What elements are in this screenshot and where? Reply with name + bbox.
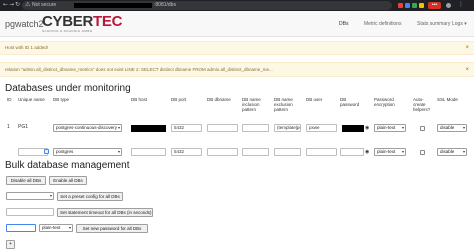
nav-link-logs[interactable]: Logs ▾: [452, 20, 467, 28]
menu-icon[interactable]: ⋮: [458, 2, 464, 8]
column-header: DB dbname: [207, 97, 231, 102]
nav-link-dbs[interactable]: DBs: [339, 20, 348, 28]
extension-icon[interactable]: [405, 3, 410, 8]
column-header: Unique name: [18, 97, 45, 102]
column-header: DB type: [53, 97, 70, 102]
redacted-db-host: [131, 125, 166, 132]
db-user-input[interactable]: [306, 148, 337, 156]
avatar[interactable]: [446, 3, 451, 8]
extension-icon[interactable]: [419, 3, 424, 8]
bulk-heading: Bulk database management: [5, 160, 130, 171]
add-icon[interactable]: +: [6, 240, 15, 249]
column-header: DB name exclusion pattern: [274, 97, 293, 113]
app-navbar: pgwatch2 CYBERTEC SCHONIG & SCHONIG GMBH…: [0, 11, 474, 37]
eye-icon[interactable]: ◉: [365, 125, 369, 131]
set-preset-button[interactable]: Set a preset config for all DBs: [57, 192, 123, 201]
password-encryption-select[interactable]: plain-text ▾: [39, 224, 73, 232]
error-alert: relation "admin.all_distinct_dbname_metr…: [0, 62, 474, 77]
eye-icon[interactable]: ◉: [365, 149, 369, 155]
nav-link-metric-definitions[interactable]: Metric definitions: [364, 20, 402, 28]
ssl-mode-select[interactable]: disable ▾: [437, 148, 467, 156]
inclusion-pattern-input[interactable]: [242, 148, 269, 156]
auto-create-helpers-checkbox[interactable]: [420, 150, 425, 155]
db-user-input[interactable]: pxwe: [306, 124, 337, 132]
column-header: DB password: [340, 97, 360, 108]
db-host-input[interactable]: [131, 148, 166, 156]
disable-all-button[interactable]: Disable all DBs: [6, 176, 46, 185]
new-password-input[interactable]: [6, 224, 36, 232]
nav-link-stats-summary[interactable]: Stats summary: [417, 20, 450, 28]
new-entry-indicator-icon: [44, 149, 49, 154]
monitoring-heading: Databases under monitoring: [5, 83, 131, 94]
warning-icon: ⚠: [25, 1, 31, 8]
forward-icon[interactable]: →: [9, 2, 14, 8]
column-header: DB name inclusion pattern: [242, 97, 261, 113]
column-header: SSL Mode: [437, 97, 458, 102]
column-header: ID: [7, 97, 12, 102]
column-header: DB port: [171, 97, 187, 102]
set-password-button[interactable]: Set new password for all DBs: [76, 224, 148, 233]
alert-message: relation "admin.all_distinct_dbname_metr…: [5, 67, 273, 72]
logo-tagline: SCHONIG & SCHONIG GMBH: [42, 29, 93, 33]
exclusion-pattern-input[interactable]: [274, 148, 301, 156]
column-header: DB user: [306, 97, 323, 102]
row-id: 1: [7, 124, 10, 130]
redacted-password: [342, 125, 364, 132]
exclusion-pattern-input[interactable]: (template|po: [274, 124, 301, 132]
db-dbname-input[interactable]: [207, 124, 238, 132]
alert-message: Host with ID 1 added!: [5, 45, 49, 50]
set-timeout-button[interactable]: Set statement timeout for all DBs (in se…: [57, 208, 153, 217]
ssl-mode-select[interactable]: disable ▾: [437, 124, 467, 132]
auto-create-helpers-checkbox[interactable]: [420, 126, 425, 131]
address-bar[interactable]: ⚠ Not secure :8081/dbs: [22, 1, 392, 10]
row-unique-name: PG1: [18, 124, 29, 130]
extension-icon[interactable]: [398, 3, 403, 8]
url-path: :8081/dbs: [154, 2, 176, 8]
db-type-select[interactable]: postgres ▾: [53, 148, 122, 156]
statement-timeout-input[interactable]: [6, 208, 54, 216]
column-header: Auto-create helpers?: [413, 97, 431, 113]
back-icon[interactable]: ←: [3, 2, 8, 8]
db-type-select[interactable]: postgres-continuous-discovery ▾: [53, 124, 122, 132]
profile-button[interactable]: •••: [428, 2, 441, 9]
db-password-input[interactable]: [340, 148, 364, 156]
close-icon[interactable]: ×: [465, 45, 469, 51]
password-encryption-select[interactable]: plain-text ▾: [374, 148, 406, 156]
brand-name[interactable]: pgwatch2: [5, 19, 44, 30]
db-port-input[interactable]: 5432: [171, 124, 202, 132]
db-dbname-input[interactable]: [207, 148, 238, 156]
preset-config-select[interactable]: ▾: [6, 192, 54, 200]
success-alert: Host with ID 1 added! ×: [0, 41, 474, 55]
password-encryption-select[interactable]: plain-text ▾: [374, 124, 406, 132]
db-port-input[interactable]: 5432: [171, 148, 202, 156]
close-icon[interactable]: ×: [465, 67, 469, 73]
redacted-host: [74, 3, 152, 8]
inclusion-pattern-input[interactable]: [242, 124, 269, 132]
enable-all-button[interactable]: Enable all DBs: [49, 176, 87, 185]
reload-icon[interactable]: ↻: [15, 2, 20, 8]
browser-toolbar: ← → ↻ ⚠ Not secure :8081/dbs ••• ⋮: [0, 0, 474, 11]
company-logo: CYBERTEC: [42, 13, 123, 30]
column-header: DB host: [131, 97, 148, 102]
column-header: Password encryption: [374, 97, 395, 108]
security-label: Not secure: [32, 2, 57, 8]
extension-icon[interactable]: [412, 3, 417, 8]
